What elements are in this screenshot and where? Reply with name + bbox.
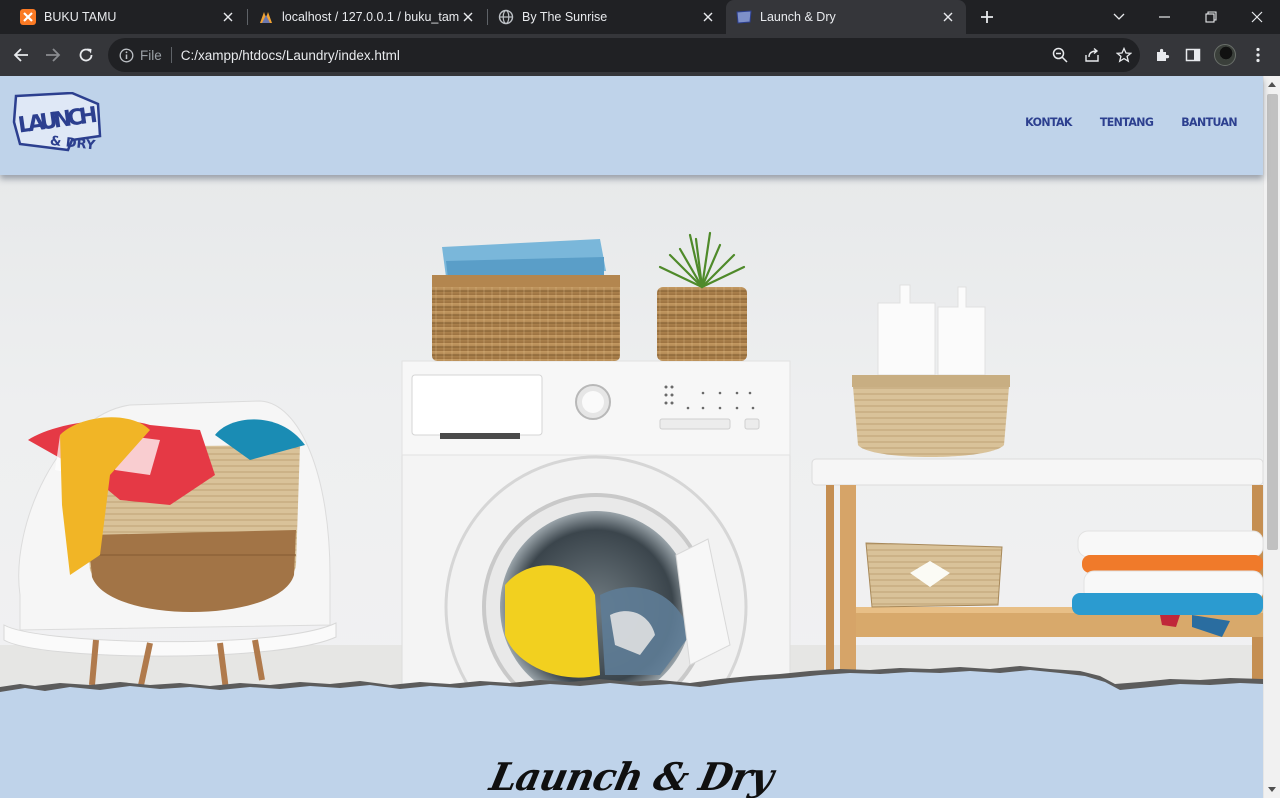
arrow-right-icon [46, 48, 61, 62]
nav-link-tentang[interactable]: TENTANG [1100, 116, 1154, 130]
kebab-menu-icon [1256, 47, 1260, 63]
main-nav: KONTAK TENTANG BANTUAN [1025, 116, 1237, 130]
tab-title: By The Sunrise [522, 10, 608, 24]
profile-button[interactable] [1209, 39, 1241, 71]
close-tab-icon[interactable] [460, 9, 476, 25]
tab-search-button[interactable] [1096, 0, 1142, 34]
tab-title: BUKU TAMU [44, 10, 117, 24]
page-viewport: LAUNCH & DRY KONTAK TENTANG BANTUAN Laun… [0, 76, 1280, 798]
menu-button[interactable] [1242, 39, 1274, 71]
xampp-icon [20, 9, 36, 25]
back-button[interactable] [5, 39, 37, 71]
browser-toolbar: File C:/xampp/htdocs/Laundry/index.html [0, 34, 1280, 76]
tab-title: localhost / 127.0.0.1 / buku_tamu [282, 10, 460, 24]
reload-icon [79, 48, 93, 62]
tab-launch-and-dry[interactable]: Launch & Dry [726, 0, 966, 34]
hero-image [0, 175, 1263, 700]
close-tab-icon[interactable] [940, 9, 956, 25]
tab-title: Launch & Dry [760, 10, 836, 24]
tab-by-the-sunrise[interactable]: By The Sunrise [478, 0, 726, 34]
arrow-left-icon [13, 48, 28, 62]
info-icon[interactable] [118, 47, 134, 63]
phpmyadmin-icon [258, 9, 274, 25]
scroll-up-arrow-icon[interactable] [1268, 82, 1276, 87]
side-panel-icon [1185, 48, 1201, 62]
launch-dry-icon [736, 9, 752, 25]
close-window-button[interactable] [1234, 0, 1280, 34]
extensions-button[interactable] [1146, 39, 1178, 71]
side-panel-button[interactable] [1177, 39, 1209, 71]
laundry-room-illustration [0, 231, 1263, 700]
avatar [1214, 44, 1236, 66]
globe-icon [498, 9, 514, 25]
tab-buku-tamu[interactable]: BUKU TAMU [0, 0, 246, 34]
puzzle-icon [1157, 48, 1170, 61]
site-header: LAUNCH & DRY KONTAK TENTANG BANTUAN [0, 76, 1263, 175]
forward-button[interactable] [37, 39, 69, 71]
close-tab-icon[interactable] [700, 9, 716, 25]
site-logo[interactable]: LAUNCH & DRY [12, 91, 104, 154]
torn-paper-divider [0, 666, 1263, 732]
bookmark-star-icon[interactable] [1108, 39, 1140, 71]
zoom-out-icon[interactable] [1044, 39, 1076, 71]
close-tab-icon[interactable] [220, 9, 236, 25]
nav-link-bantuan[interactable]: BANTUAN [1181, 116, 1237, 130]
scroll-down-arrow-icon[interactable] [1268, 787, 1276, 792]
nav-link-kontak[interactable]: KONTAK [1025, 116, 1072, 130]
tab-strip: BUKU TAMU localhost / 127.0.0.1 / buku_t… [0, 0, 1280, 34]
reload-button[interactable] [70, 39, 102, 71]
address-bar[interactable]: File C:/xampp/htdocs/Laundry/index.html [108, 38, 1140, 72]
tab-phpmyadmin[interactable]: localhost / 127.0.0.1 / buku_tamu [238, 0, 486, 34]
scroll-thumb[interactable] [1267, 94, 1278, 550]
chevron-down-icon [1113, 13, 1125, 20]
brand-script-title: Launch & Dry [486, 754, 777, 798]
url-text[interactable]: C:/xampp/htdocs/Laundry/index.html [181, 48, 1044, 63]
minimize-button[interactable] [1142, 0, 1188, 34]
page-scrollbar[interactable] [1263, 76, 1280, 798]
new-tab-button[interactable] [976, 6, 998, 28]
restore-button[interactable] [1188, 0, 1234, 34]
url-scheme-label: File [140, 47, 162, 63]
share-icon[interactable] [1076, 39, 1108, 71]
launch-dry-logo: LAUNCH & DRY [12, 91, 102, 154]
